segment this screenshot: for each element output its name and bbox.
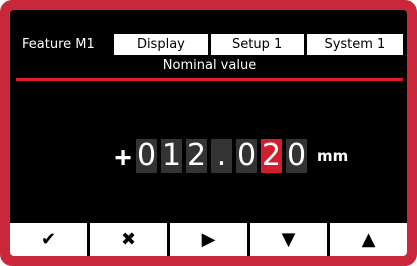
- digit-field[interactable]: 0: [286, 139, 307, 173]
- sign-field[interactable]: +: [110, 140, 136, 173]
- digit-field[interactable]: 0: [236, 139, 257, 173]
- tab-setup-1[interactable]: Setup 1: [210, 34, 304, 55]
- page-title: Nominal value: [16, 55, 403, 81]
- tab-bar: Feature M1 Display Setup 1 System 1: [16, 34, 403, 55]
- tab-feature-m1[interactable]: Feature M1: [16, 34, 112, 55]
- unit-label: mm: [317, 147, 349, 165]
- right-arrow-icon: ▶: [201, 229, 216, 250]
- cancel-button[interactable]: ✖: [90, 223, 167, 256]
- decrement-button[interactable]: ▼: [250, 223, 327, 256]
- decimal-point: .: [211, 139, 232, 173]
- down-arrow-icon: ▼: [281, 229, 296, 250]
- confirm-button[interactable]: ✔: [10, 223, 87, 256]
- check-icon: ✔: [40, 229, 57, 250]
- digit-field[interactable]: 1: [161, 139, 182, 173]
- device-frame: Feature M1 Display Setup 1 System 1 Nomi…: [0, 0, 417, 266]
- softkey-bar: ✔ ✖ ▶ ▼ ▲: [10, 223, 407, 256]
- digit-field[interactable]: 2: [186, 139, 207, 173]
- digit-field[interactable]: 0: [136, 139, 157, 173]
- tab-system-1[interactable]: System 1: [306, 34, 403, 55]
- move-right-button[interactable]: ▶: [170, 223, 247, 256]
- nominal-value-editor[interactable]: + 0 1 2 . 0 2 0 mm: [110, 136, 348, 176]
- up-arrow-icon: ▲: [361, 229, 376, 250]
- increment-button[interactable]: ▲: [330, 223, 407, 256]
- cross-icon: ✖: [120, 229, 137, 250]
- tab-display[interactable]: Display: [114, 34, 208, 55]
- digit-field-selected[interactable]: 2: [261, 139, 282, 173]
- display-screen: Feature M1 Display Setup 1 System 1 Nomi…: [10, 10, 407, 256]
